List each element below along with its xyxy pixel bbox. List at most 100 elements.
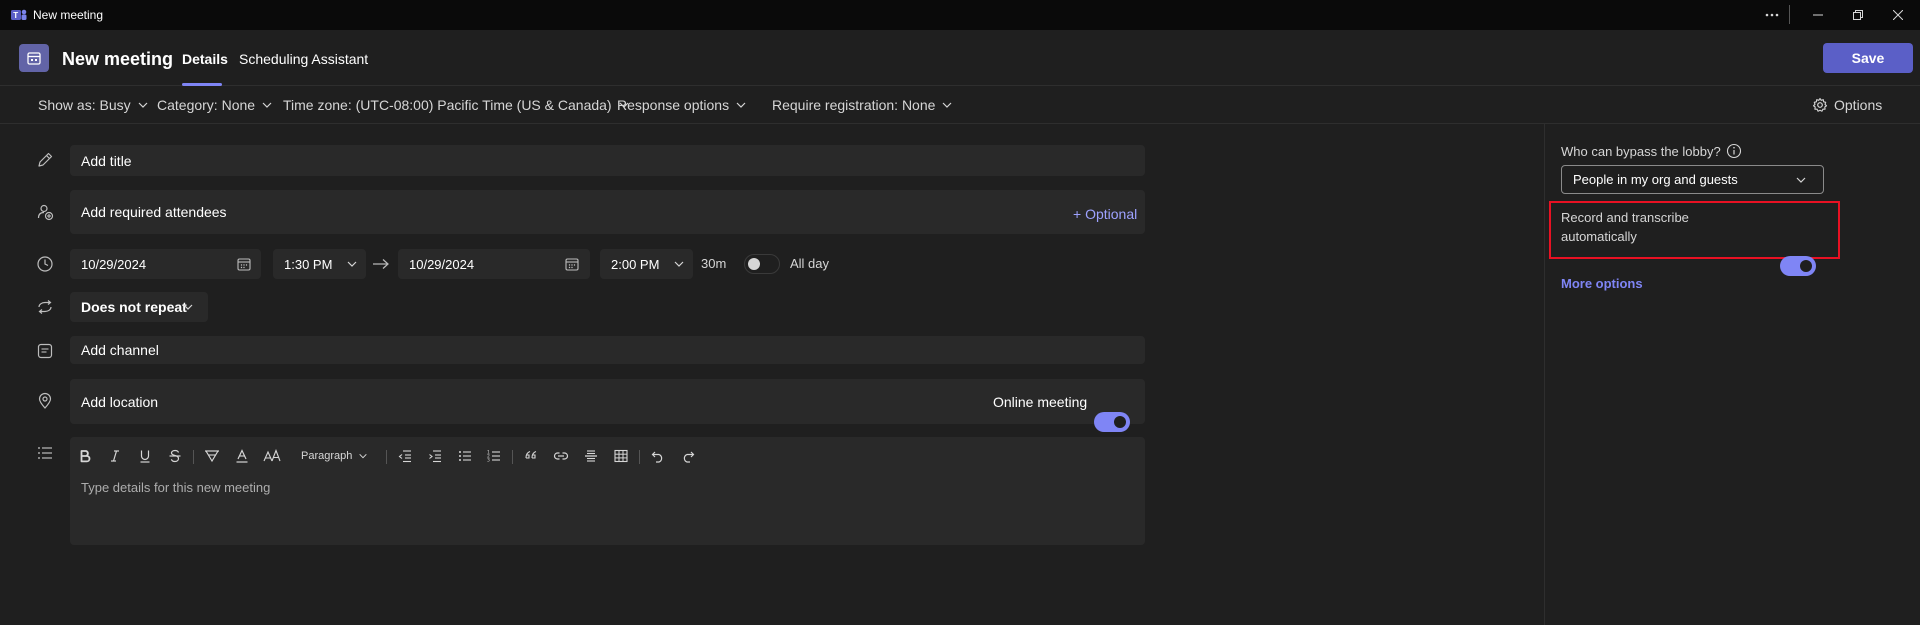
category-dropdown[interactable]: Category: None: [157, 97, 273, 113]
online-meeting-label: Online meeting: [993, 394, 1088, 410]
toolbar-divider: [512, 450, 513, 464]
duration-label: 30m: [701, 256, 727, 271]
start-date-value: 10/29/2024: [81, 256, 147, 272]
chevron-down-icon: [736, 102, 746, 108]
chevron-down-icon: [1796, 177, 1806, 183]
decrease-indent-icon[interactable]: [394, 445, 416, 467]
meeting-options-bar: Show as: Busy Category: None Time zone: …: [0, 87, 1920, 124]
link-icon[interactable]: [550, 445, 572, 467]
font-color-icon[interactable]: [231, 445, 253, 467]
show-as-label: Show as: Busy: [38, 97, 131, 113]
end-date-value: 10/29/2024: [409, 256, 475, 272]
chevron-down-icon: [942, 102, 952, 108]
calendar-icon: [237, 258, 251, 271]
repeat-dropdown[interactable]: Does not repeat: [70, 292, 208, 322]
info-icon[interactable]: [1726, 143, 1742, 159]
teams-logo-icon: T: [11, 9, 27, 20]
titlebar-divider: [1789, 5, 1790, 24]
response-options-label: Response options: [617, 97, 730, 113]
numbered-list-icon[interactable]: 123: [483, 445, 505, 467]
window-title: New meeting: [33, 8, 104, 22]
tab-details[interactable]: Details: [182, 51, 228, 67]
attendees-input[interactable]: Add required attendees: [70, 190, 1145, 234]
chevron-down-icon: [359, 453, 368, 459]
lobby-label-row: Who can bypass the lobby?: [1561, 143, 1742, 159]
gear-icon: [1812, 97, 1828, 112]
repeat-value: Does not repeat: [81, 299, 187, 315]
start-date-picker[interactable]: 10/29/2024: [70, 249, 261, 279]
lobby-bypass-dropdown[interactable]: People in my org and guests: [1561, 165, 1824, 194]
end-date-picker[interactable]: 10/29/2024: [398, 249, 590, 279]
tab-scheduling-assistant[interactable]: Scheduling Assistant: [239, 51, 368, 67]
start-time-value: 1:30 PM: [284, 256, 333, 272]
quote-icon[interactable]: [520, 445, 542, 467]
lobby-value: People in my org and guests: [1573, 172, 1738, 187]
italic-icon[interactable]: [104, 445, 126, 467]
redo-icon[interactable]: [677, 445, 699, 467]
calendar-icon: [19, 44, 49, 72]
online-meeting-toggle[interactable]: [1094, 412, 1130, 432]
options-button[interactable]: Options: [1812, 97, 1882, 113]
record-transcribe-toggle[interactable]: [1780, 256, 1816, 276]
meeting-details-editor[interactable]: Paragraph 123 Type details for this new …: [70, 437, 1145, 545]
chevron-down-icon: [347, 261, 357, 267]
registration-dropdown[interactable]: Require registration: None: [772, 97, 953, 113]
save-button[interactable]: Save: [1823, 43, 1913, 73]
toolbar-divider: [639, 450, 640, 464]
show-as-dropdown[interactable]: Show as: Busy: [38, 97, 149, 113]
clock-icon: [37, 256, 53, 272]
location-input[interactable]: Add location: [70, 379, 1145, 424]
svg-text:T: T: [13, 11, 18, 20]
font-size-icon[interactable]: [261, 445, 283, 467]
location-icon: [38, 392, 52, 409]
paragraph-style-label: Paragraph: [301, 450, 353, 462]
title-input[interactable]: Add title: [70, 145, 1145, 176]
lobby-label: Who can bypass the lobby?: [1561, 143, 1721, 159]
restore-icon[interactable]: [1836, 0, 1880, 30]
title-placeholder: Add title: [81, 152, 132, 169]
svg-text:3: 3: [487, 458, 490, 464]
repeat-icon: [38, 300, 52, 314]
strikethrough-icon[interactable]: [164, 445, 186, 467]
page-title: New meeting: [62, 49, 174, 69]
underline-icon[interactable]: [134, 445, 156, 467]
bulleted-list-icon[interactable]: [454, 445, 476, 467]
details-list-icon: [38, 447, 52, 459]
more-options-link[interactable]: More options: [1561, 276, 1643, 291]
active-tab-indicator: [182, 83, 222, 86]
paragraph-style-dropdown[interactable]: Paragraph: [301, 445, 368, 467]
start-time-dropdown[interactable]: 1:30 PM: [273, 249, 366, 279]
category-label: Category: None: [157, 97, 256, 113]
add-person-icon: [37, 204, 54, 221]
time-zone-label: Time zone: (UTC-08:00) Pacific Time (US …: [283, 97, 612, 113]
close-icon[interactable]: [1876, 0, 1920, 30]
response-options-dropdown[interactable]: Response options: [617, 97, 747, 113]
chevron-down-icon: [183, 304, 193, 310]
end-time-value: 2:00 PM: [611, 256, 660, 272]
highlight-icon[interactable]: [201, 445, 223, 467]
bold-icon[interactable]: [74, 445, 96, 467]
details-placeholder: Type details for this new meeting: [81, 480, 271, 495]
horizontal-rule-icon[interactable]: [580, 445, 602, 467]
all-day-label: All day: [790, 256, 830, 271]
table-icon[interactable]: [610, 445, 632, 467]
all-day-toggle[interactable]: [744, 254, 780, 274]
toolbar-divider: [386, 450, 387, 464]
attendees-placeholder: Add required attendees: [81, 204, 227, 220]
channel-input[interactable]: Add channel: [70, 336, 1145, 364]
undo-icon[interactable]: [647, 445, 669, 467]
more-icon[interactable]: [1750, 0, 1794, 30]
location-placeholder: Add location: [81, 393, 159, 410]
channel-icon: [37, 343, 53, 359]
minimize-icon[interactable]: [1796, 0, 1840, 30]
meeting-header: New meeting Details Scheduling Assistant…: [0, 30, 1920, 86]
time-zone-dropdown[interactable]: Time zone: (UTC-08:00) Pacific Time (US …: [283, 97, 630, 113]
channel-placeholder: Add channel: [81, 342, 159, 358]
meeting-options-panel: [1544, 124, 1920, 625]
arrow-right-icon: [373, 259, 389, 269]
chevron-down-icon: [138, 102, 148, 108]
increase-indent-icon[interactable]: [424, 445, 446, 467]
optional-attendees-link[interactable]: + Optional: [1073, 206, 1137, 222]
end-time-dropdown[interactable]: 2:00 PM: [600, 249, 693, 279]
calendar-icon: [565, 258, 579, 271]
